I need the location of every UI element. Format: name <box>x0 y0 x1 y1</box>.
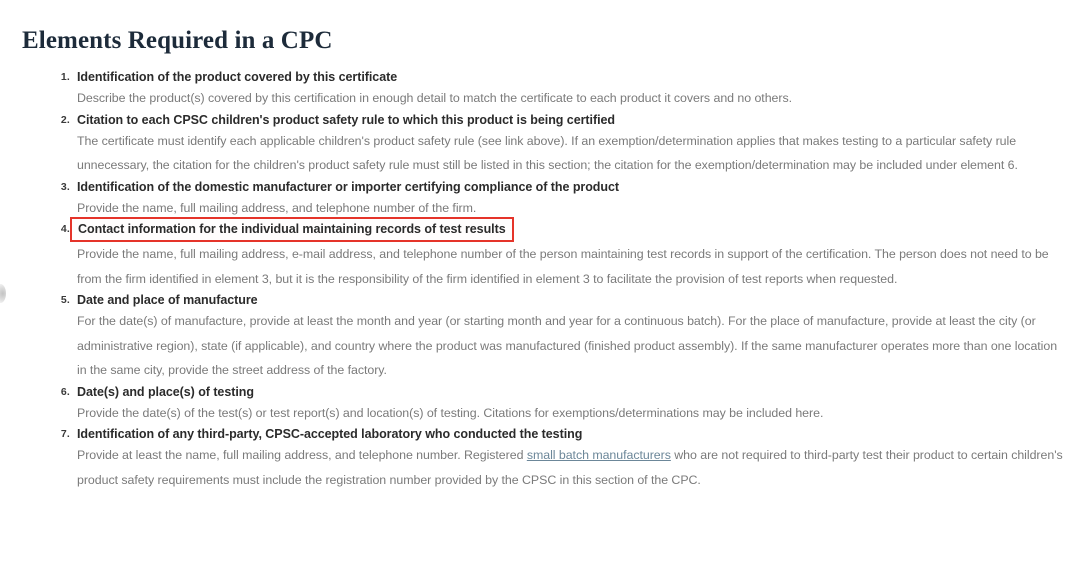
list-item-highlighted: 4. Contact information for the individua… <box>0 217 1080 291</box>
page-title: Elements Required in a CPC <box>22 26 333 54</box>
body-text-before-link: Provide at least the name, full mailing … <box>77 448 527 462</box>
list-item-body: The certificate must identify each appli… <box>77 133 1018 173</box>
list-item: 6. Date(s) and place(s) of testing Provi… <box>0 383 1080 426</box>
cpc-elements-list: 1. Identification of the product covered… <box>0 68 1080 492</box>
list-item-number: 5. <box>60 294 70 306</box>
list-item-number: 2. <box>60 113 70 126</box>
list-item: 7. Identification of any third-party, CP… <box>0 425 1080 492</box>
list-item-number: 7. <box>60 428 70 440</box>
annotation-box-heading: Contact information for the individual m… <box>70 217 514 242</box>
list-item-heading: Date and place of manufacture <box>77 293 258 307</box>
small-batch-manufacturers-link[interactable]: small batch manufacturers <box>527 448 671 462</box>
list-item: 1. Identification of the product covered… <box>0 68 1080 111</box>
list-item-number: 6. <box>60 385 70 398</box>
list-item: 2. Citation to each CPSC children's prod… <box>0 111 1080 178</box>
list-item: 5. Date and place of manufacture For the… <box>0 291 1080 383</box>
list-item-body: Provide the date(s) of the test(s) or te… <box>77 405 824 420</box>
list-item-body: Provide the name, full mailing address, … <box>77 247 1049 286</box>
list-item-heading: Identification of the product covered by… <box>77 70 398 84</box>
list-item-heading: Identification of any third-party, CPSC-… <box>77 427 583 441</box>
list-item-heading: Citation to each CPSC children's product… <box>77 112 615 127</box>
list-item-number: 3. <box>60 180 70 193</box>
document-page: Elements Required in a CPC 1. Identifica… <box>0 0 1080 583</box>
list-item-body: Provide at least the name, full mailing … <box>77 443 1080 492</box>
list-item-heading: Date(s) and place(s) of testing <box>77 384 254 399</box>
list-item-number: 4. <box>60 223 70 235</box>
list-item: 3. Identification of the domestic manufa… <box>0 178 1080 221</box>
list-item-number: 1. <box>60 71 70 83</box>
list-item-body: For the date(s) of manufacture, provide … <box>77 314 1058 377</box>
list-item-body: Describe the product(s) covered by this … <box>77 91 792 105</box>
list-item-heading: Identification of the domestic manufactu… <box>77 179 619 194</box>
